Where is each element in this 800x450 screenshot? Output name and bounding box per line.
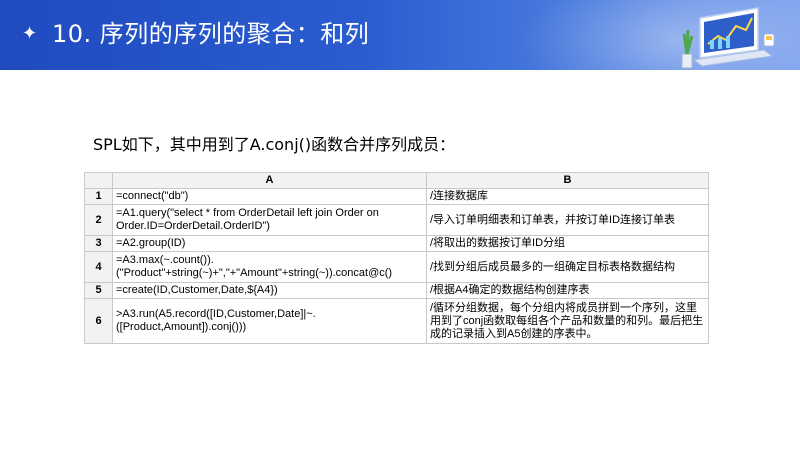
column-header-a: A bbox=[112, 172, 427, 189]
row-number: 1 bbox=[84, 188, 113, 205]
row-number: 5 bbox=[84, 282, 113, 299]
comment-cell: /将取出的数据按订单ID分组 bbox=[426, 235, 709, 252]
row-number: 6 bbox=[84, 298, 113, 344]
code-cell: =create(ID,Customer,Date,${A4}) bbox=[112, 282, 427, 299]
slide-title: 10. 序列的序列的聚合：和列 bbox=[52, 20, 370, 48]
code-cell: >A3.run(A5.record([ID,Customer,Date]|~.(… bbox=[112, 298, 427, 344]
code-cell: =connect("db") bbox=[112, 188, 427, 205]
row-number: 3 bbox=[84, 235, 113, 252]
code-cell: =A2.group(ID) bbox=[112, 235, 427, 252]
row-number: 4 bbox=[84, 251, 113, 283]
table-row: 4 =A3.max(~.count()).("Product"+string(~… bbox=[84, 251, 709, 283]
comment-cell: /导入订单明细表和订单表，并按订单ID连接订单表 bbox=[426, 204, 709, 236]
laptop-chart-illustration-icon bbox=[681, 7, 775, 69]
table-row: 1 =connect("db") /连接数据库 bbox=[84, 188, 709, 205]
code-cell: =A1.query("select * from OrderDetail lef… bbox=[112, 204, 427, 236]
table-row: 2 =A1.query("select * from OrderDetail l… bbox=[84, 204, 709, 236]
comment-cell: /根据A4确定的数据结构创建序表 bbox=[426, 282, 709, 299]
table-row: 5 =create(ID,Customer,Date,${A4}) /根据A4确… bbox=[84, 282, 709, 299]
sparkle-icon: ✦ bbox=[22, 23, 38, 44]
row-number: 2 bbox=[84, 204, 113, 236]
comment-cell: /循环分组数据，每个分组内将成员拼到一个序列，这里用到了conj函数取每组各个产… bbox=[426, 298, 709, 344]
column-header-b: B bbox=[426, 172, 709, 189]
comment-cell: /连接数据库 bbox=[426, 188, 709, 205]
spl-code-grid: A B 1 =connect("db") /连接数据库 2 =A1.query(… bbox=[84, 172, 709, 344]
comment-cell: /找到分组后成员最多的一组确定目标表格数据结构 bbox=[426, 251, 709, 283]
table-row: 6 >A3.run(A5.record([ID,Customer,Date]|~… bbox=[84, 298, 709, 344]
title-banner: ✦ 10. 序列的序列的聚合：和列 bbox=[0, 0, 800, 70]
code-cell: =A3.max(~.count()).("Product"+string(~)+… bbox=[112, 251, 427, 283]
intro-text: SPL如下，其中用到了A.conj()函数合并序列成员： bbox=[93, 135, 456, 154]
table-row: 3 =A2.group(ID) /将取出的数据按订单ID分组 bbox=[84, 235, 709, 252]
grid-corner bbox=[84, 172, 113, 189]
